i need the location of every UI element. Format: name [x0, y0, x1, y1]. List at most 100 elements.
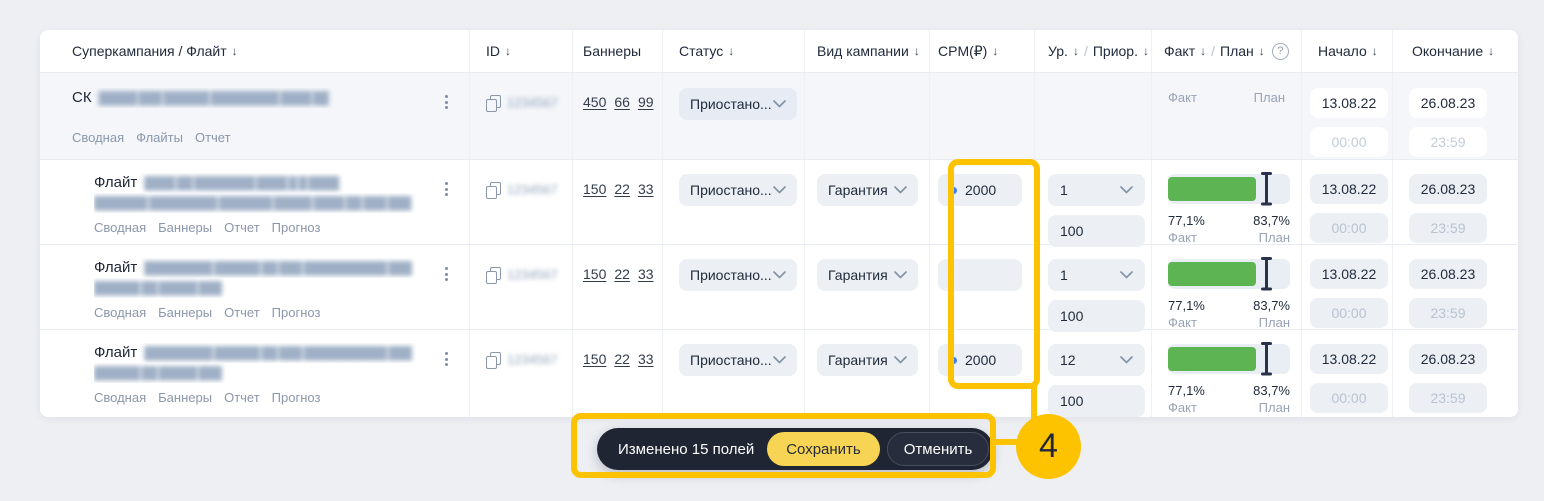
end-time-input[interactable]: 23:59 [1409, 298, 1487, 328]
sort-arrow-icon: ↓ [1259, 44, 1265, 58]
sort-arrow-icon: ↓ [1200, 44, 1206, 58]
status-dropdown[interactable]: Приостано... [679, 174, 797, 206]
flight-name-redacted: ██████ ██ █████ ███ [94, 281, 221, 295]
end-cell: 26.08.23 23:59 [1393, 245, 1518, 332]
status-value: Приостано... [690, 182, 772, 198]
flight-name[interactable]: Флайт████ ██ ████████ ████ █ █ ████ [94, 173, 425, 193]
quick-link-forecast[interactable]: Прогноз [272, 220, 321, 235]
quick-link-report[interactable]: Отчет [224, 305, 260, 320]
fact-plan-cell: Факт План [1152, 73, 1302, 159]
status-dropdown[interactable]: Приостано... [679, 259, 797, 291]
col-label: ID [486, 43, 500, 59]
id-cell: 1234567 [470, 245, 573, 332]
campaign-name[interactable]: СК█████ ███ ██████ █████████ ████ ██ [72, 88, 425, 108]
plan-marker-icon [1261, 257, 1272, 291]
col-header-level-priority[interactable]: Ур. ↓ / Приор. ↓ [1035, 30, 1152, 72]
col-header-status[interactable]: Статус ↓ [663, 30, 805, 72]
status-dropdown[interactable]: Приостано... [679, 344, 797, 376]
banners-link[interactable]: 66 [614, 94, 630, 159]
start-cell: 13.08.22 00:00 [1302, 245, 1393, 332]
end-time-input[interactable]: 23:59 [1409, 383, 1487, 413]
row-menu-icon[interactable] [438, 91, 454, 113]
col-header-supercampaign[interactable]: Суперкампания / Флайт ↓ [40, 30, 470, 72]
cancel-button[interactable]: Отменить [887, 432, 990, 466]
copy-icon[interactable] [486, 352, 500, 368]
priority-input[interactable]: 100 [1048, 300, 1145, 332]
start-time-input[interactable]: 00:00 [1310, 127, 1388, 157]
level-dropdown[interactable]: 12 [1048, 344, 1145, 376]
banners-link[interactable]: 99 [638, 94, 654, 159]
level-dropdown[interactable]: 1 [1048, 174, 1145, 206]
start-date-input[interactable]: 13.08.22 [1310, 259, 1388, 289]
quick-link-flights[interactable]: Флайты [136, 130, 183, 145]
col-header-id[interactable]: ID ↓ [470, 30, 573, 72]
quick-link-svodnaya[interactable]: Сводная [94, 220, 146, 235]
end-date-input[interactable]: 26.08.23 [1409, 344, 1487, 374]
col-header-cpm[interactable]: CPM(₽) ↓ [930, 30, 1035, 72]
campaign-kind-dropdown[interactable]: Гарантия [817, 174, 918, 206]
copy-icon[interactable] [486, 95, 500, 111]
help-icon[interactable]: ? [1272, 43, 1289, 60]
end-time-input[interactable]: 23:59 [1409, 213, 1487, 243]
fact-plan-values: 77,1% Факт 83,7% План [1168, 212, 1290, 246]
quick-link-report[interactable]: Отчет [224, 390, 260, 405]
banners-link[interactable]: 450 [583, 94, 606, 159]
banners-link[interactable]: 22 [614, 266, 630, 332]
start-date-input[interactable]: 13.08.22 [1310, 88, 1388, 118]
status-dropdown[interactable]: Приостано... [679, 88, 797, 120]
flight-name[interactable]: Флайт█████████ ██████ ██ ███ ███████████… [94, 343, 425, 363]
status-cell: Приостано... [663, 160, 805, 247]
quick-link-svodnaya[interactable]: Сводная [94, 390, 146, 405]
quick-link-banners[interactable]: Баннеры [158, 305, 212, 320]
start-date-input[interactable]: 13.08.22 [1310, 174, 1388, 204]
fact-bar [1168, 177, 1256, 201]
quick-link-forecast[interactable]: Прогноз [272, 305, 321, 320]
row-menu-icon[interactable] [438, 263, 454, 285]
end-date-input[interactable]: 26.08.23 [1409, 259, 1487, 289]
col-header-start[interactable]: Начало ↓ [1302, 30, 1393, 72]
flight-name-redacted: ████ ██ ████████ ████ █ █ ████ [144, 176, 338, 190]
banners-link[interactable]: 150 [583, 181, 606, 247]
banners-link[interactable]: 150 [583, 351, 606, 417]
end-time-input[interactable]: 23:59 [1409, 127, 1487, 157]
quick-link-banners[interactable]: Баннеры [158, 390, 212, 405]
banners-link[interactable]: 150 [583, 266, 606, 332]
priority-input[interactable]: 100 [1048, 215, 1145, 247]
banners-link[interactable]: 33 [638, 351, 654, 417]
col-header-end[interactable]: Окончание ↓ [1393, 30, 1518, 72]
quick-link-forecast[interactable]: Прогноз [272, 390, 321, 405]
quick-link-banners[interactable]: Баннеры [158, 220, 212, 235]
col-header-campaign-kind[interactable]: Вид кампании ↓ [805, 30, 930, 72]
priority-input[interactable]: 100 [1048, 385, 1145, 417]
level-dropdown[interactable]: 1 [1048, 259, 1145, 291]
save-button[interactable]: Сохранить [767, 432, 880, 466]
quick-link-report[interactable]: Отчет [224, 220, 260, 235]
start-date-input[interactable]: 13.08.22 [1310, 344, 1388, 374]
start-time-input[interactable]: 00:00 [1310, 383, 1388, 413]
banners-link[interactable]: 33 [638, 181, 654, 247]
end-date-input[interactable]: 26.08.23 [1409, 174, 1487, 204]
start-time-input[interactable]: 00:00 [1310, 213, 1388, 243]
chevron-down-icon [894, 271, 907, 279]
row-menu-icon[interactable] [438, 348, 454, 370]
col-header-fact-plan[interactable]: Факт ↓ / План ↓ ? [1152, 30, 1302, 72]
cpm-input[interactable]: - [938, 259, 1022, 291]
flight-name[interactable]: Флайт█████████ ██████ ██ ███ ███████████… [94, 258, 425, 278]
cpm-input[interactable]: 2000 [938, 344, 1022, 376]
campaign-kind-dropdown[interactable]: Гарантия [817, 344, 918, 376]
plan-label: План [1253, 229, 1290, 246]
quick-link-svodnaya[interactable]: Сводная [72, 130, 124, 145]
campaign-kind-dropdown[interactable]: Гарантия [817, 259, 918, 291]
cpm-input[interactable]: 2000 [938, 174, 1022, 206]
copy-icon[interactable] [486, 267, 500, 283]
campaign-kind-cell: Гарантия [805, 330, 930, 417]
banners-link[interactable]: 22 [614, 351, 630, 417]
end-date-input[interactable]: 26.08.23 [1409, 88, 1487, 118]
banners-link[interactable]: 22 [614, 181, 630, 247]
quick-link-svodnaya[interactable]: Сводная [94, 305, 146, 320]
banners-link[interactable]: 33 [638, 266, 654, 332]
row-menu-icon[interactable] [438, 178, 454, 200]
quick-link-report[interactable]: Отчет [195, 130, 231, 145]
copy-icon[interactable] [486, 182, 500, 198]
start-time-input[interactable]: 00:00 [1310, 298, 1388, 328]
